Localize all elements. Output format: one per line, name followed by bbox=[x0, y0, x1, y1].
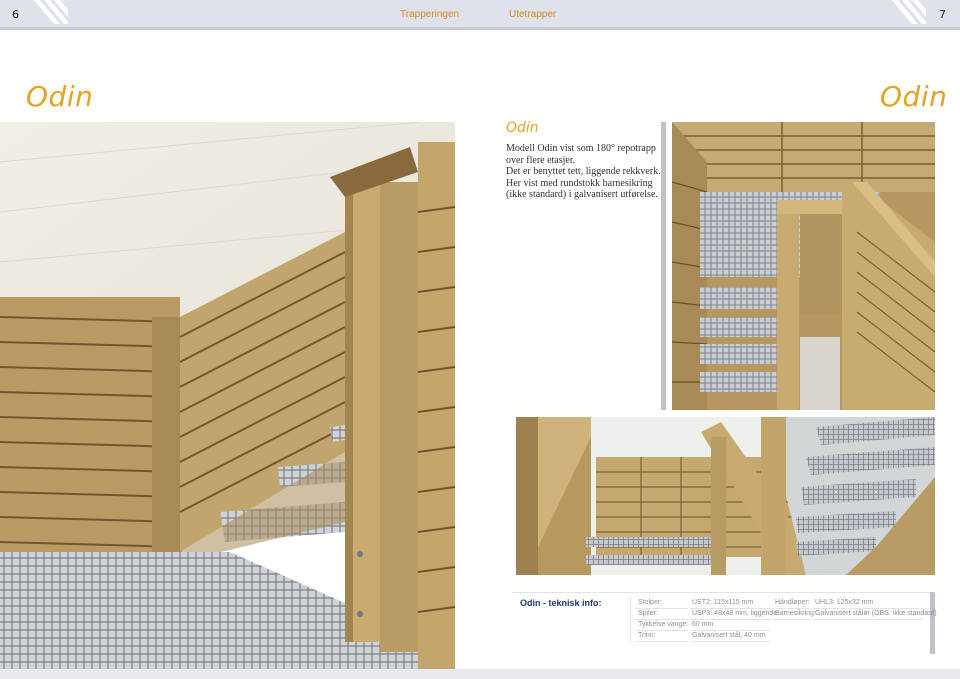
header-subsection-link[interactable]: Utetrapper bbox=[509, 9, 556, 20]
tech-box-top-border bbox=[512, 592, 930, 593]
header-section-link[interactable]: Trapperingen bbox=[400, 9, 459, 20]
stripes-decoration-left bbox=[30, 0, 68, 24]
spec-values-col2: UHL3: 125x32 mm Galvanisert stålør (OBS:… bbox=[813, 598, 937, 620]
description-line: Her vist med rundstokk barnesikring bbox=[506, 177, 653, 189]
description-line: Modell Odin vist som 180° repotrapp bbox=[506, 143, 656, 154]
spec-value: USP3: 48x48 mm, liggende bbox=[690, 609, 777, 620]
spec-values-col1: UST2: 115x115 mm USP3: 48x48 mm, liggend… bbox=[690, 598, 777, 642]
spec-label: Trinn: bbox=[636, 631, 688, 642]
stairwell-grating-photo bbox=[672, 122, 935, 410]
description-line: over flere etasjer. bbox=[506, 154, 576, 166]
stair-landing-photo bbox=[0, 122, 455, 669]
spec-value: 60 mm bbox=[690, 620, 770, 631]
header-bar bbox=[0, 0, 960, 30]
spec-labels-col2: Håndløper: Barnesikring: bbox=[773, 598, 816, 620]
page-title-left: Odin bbox=[26, 80, 94, 113]
outdoor-stair-photo bbox=[516, 417, 935, 575]
spec-value: Galvanisert stål, 40 mm bbox=[690, 631, 770, 642]
tech-info-heading: Odin - teknisk info: bbox=[520, 598, 602, 608]
stripes-decoration-right bbox=[888, 0, 926, 24]
description-line: Det er benyttet tett, liggende rekkverk. bbox=[506, 166, 661, 178]
page-number-left: 6 bbox=[12, 8, 19, 21]
spec-label: Spiler: bbox=[636, 609, 688, 620]
spec-value: UHL3: 125x32 mm bbox=[813, 598, 923, 609]
description-text: Modell Odin vist som 180° repotrapp over… bbox=[506, 143, 661, 201]
spec-label: Håndløper: bbox=[773, 598, 811, 609]
tech-divider bbox=[930, 592, 935, 654]
tech-box-column-divider bbox=[630, 596, 631, 642]
description-title: Odin bbox=[506, 120, 539, 136]
photo-divider bbox=[661, 122, 666, 410]
page-title-right: Odin bbox=[880, 80, 948, 113]
spec-label: Stolper: bbox=[636, 598, 688, 609]
spec-labels-col1: Stolper: Spiler: Tykkelse vange: Trinn: bbox=[636, 598, 688, 642]
header-divider bbox=[0, 27, 960, 30]
description-line: (ikke standard) i galvanisert utførelse. bbox=[506, 189, 658, 201]
page-number-right: 7 bbox=[939, 8, 946, 21]
spec-label: Tykkelse vange: bbox=[636, 620, 688, 631]
spec-value: UST2: 115x115 mm bbox=[690, 598, 770, 609]
spec-value: Galvanisert stålør (OBS: ikke standard) bbox=[813, 609, 937, 620]
spec-label: Barnesikring: bbox=[773, 609, 816, 620]
footer-bar bbox=[0, 669, 960, 679]
